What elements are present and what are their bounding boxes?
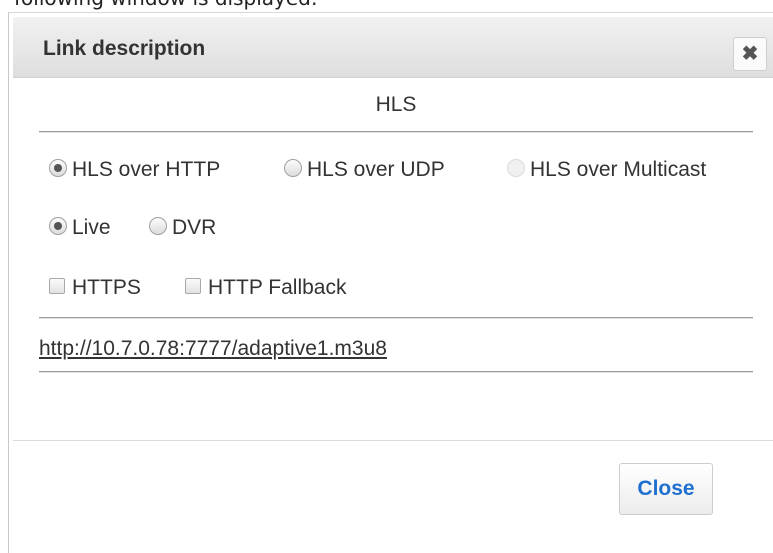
divider [39,317,753,318]
footer-divider [13,440,773,441]
radio-unchecked-icon[interactable] [284,159,302,178]
link-description-dialog: Link description ✖ HLS HLS over HTTP HLS… [8,12,773,553]
radio-hls-over-multicast: HLS over Multicast [507,158,706,182]
checkbox-label: HTTPS [72,276,141,299]
section-title-hls: HLS [375,93,417,116]
radio-label: HLS over HTTP [72,158,221,181]
close-button[interactable]: Close [619,463,713,515]
dialog-title: Link description [43,37,206,60]
divider [39,131,753,132]
radio-label: Live [72,216,111,239]
radio-label: DVR [172,216,217,239]
radio-checked-icon[interactable] [49,217,67,236]
checkbox-https[interactable]: HTTPS [49,276,141,300]
radio-label: HLS over UDP [307,158,445,181]
radio-dvr[interactable]: DVR [149,216,216,240]
radio-checked-icon[interactable] [49,159,67,178]
checkbox-icon[interactable] [185,278,201,295]
radio-live[interactable]: Live [49,216,111,240]
checkbox-icon[interactable] [49,278,65,295]
radio-label: HLS over Multicast [530,158,707,181]
radio-unchecked-icon[interactable] [149,217,167,236]
radio-hls-over-http[interactable]: HLS over HTTP [49,158,220,182]
radio-disabled-icon [507,159,525,178]
background-text-fragment: following window is displayed: [14,0,318,10]
checkbox-http-fallback[interactable]: HTTP Fallback [185,276,346,300]
close-icon[interactable]: ✖ [733,37,767,71]
dialog-header: Link description ✖ [13,17,773,78]
radio-hls-over-udp[interactable]: HLS over UDP [284,158,445,182]
checkbox-label: HTTP Fallback [208,276,347,299]
divider [39,371,753,372]
stream-url-link[interactable]: http://10.7.0.78:7777/adaptive1.m3u8 [39,337,387,361]
